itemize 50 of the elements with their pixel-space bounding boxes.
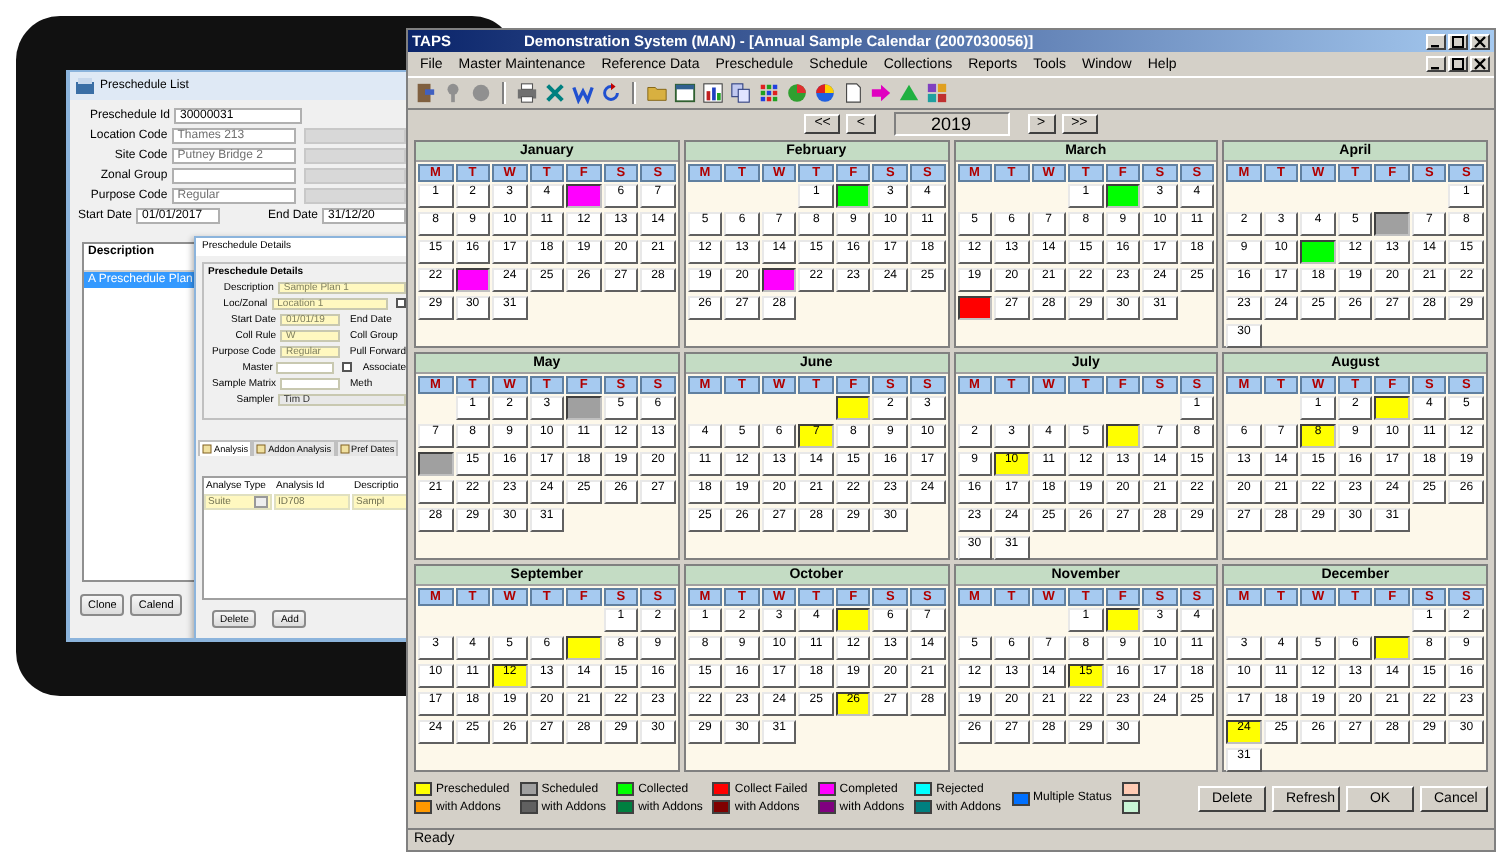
- wheel-icon[interactable]: [814, 82, 836, 104]
- minimize-button[interactable]: [1426, 56, 1446, 72]
- status-day-cell[interactable]: [418, 452, 454, 476]
- wave-icon[interactable]: [572, 82, 594, 104]
- checkbox[interactable]: [342, 362, 353, 372]
- document-icon[interactable]: [842, 82, 864, 104]
- status-day-cell[interactable]: [1300, 240, 1336, 264]
- page-icon: [202, 444, 212, 454]
- year-display: 2019: [893, 112, 1009, 136]
- chart-icon[interactable]: [702, 82, 724, 104]
- pages-icon[interactable]: [730, 82, 752, 104]
- blocks-icon[interactable]: [926, 82, 948, 104]
- status-day-cell[interactable]: [1374, 212, 1410, 236]
- status-day-cell[interactable]: [1105, 424, 1141, 448]
- close-icon: [1474, 58, 1486, 70]
- text-field[interactable]: [280, 377, 340, 389]
- status-day-cell[interactable]: [761, 268, 797, 292]
- status-day-cell[interactable]: [835, 396, 871, 420]
- lookup-field[interactable]: [304, 188, 406, 204]
- page-icon: [256, 444, 267, 454]
- window-icon[interactable]: [674, 82, 696, 104]
- checkbox[interactable]: [396, 298, 406, 308]
- cross-icon[interactable]: [544, 82, 566, 104]
- refresh-icon[interactable]: [600, 82, 622, 104]
- lookup-field[interactable]: [304, 128, 406, 144]
- status-day-cell[interactable]: [566, 184, 602, 208]
- pie-icon[interactable]: [786, 82, 808, 104]
- close-icon: [1474, 35, 1486, 47]
- minimize-button[interactable]: [1426, 33, 1446, 49]
- status-day-cell[interactable]: [1105, 184, 1141, 208]
- dots-icon[interactable]: [758, 82, 780, 104]
- close-button[interactable]: [1470, 56, 1490, 72]
- text-field[interactable]: [171, 168, 297, 184]
- status-day-cell[interactable]: [1105, 608, 1141, 632]
- status-day-cell[interactable]: [957, 296, 993, 320]
- page-icon: [339, 444, 350, 454]
- status-day-cell[interactable]: [1374, 396, 1410, 420]
- door-icon[interactable]: [414, 82, 436, 104]
- status-day-cell[interactable]: [566, 636, 602, 660]
- status-day-cell[interactable]: [1374, 636, 1410, 660]
- status-day-cell[interactable]: [835, 184, 871, 208]
- lookup-field[interactable]: [304, 148, 406, 164]
- status-day-cell[interactable]: [455, 268, 491, 292]
- lookup-field[interactable]: [304, 168, 406, 184]
- text-field[interactable]: [276, 361, 335, 373]
- window-icon: [76, 78, 94, 94]
- status-day-cell[interactable]: [566, 396, 602, 420]
- close-button[interactable]: [1470, 33, 1490, 49]
- printer-icon[interactable]: [516, 82, 538, 104]
- status-day-cell[interactable]: [835, 608, 871, 632]
